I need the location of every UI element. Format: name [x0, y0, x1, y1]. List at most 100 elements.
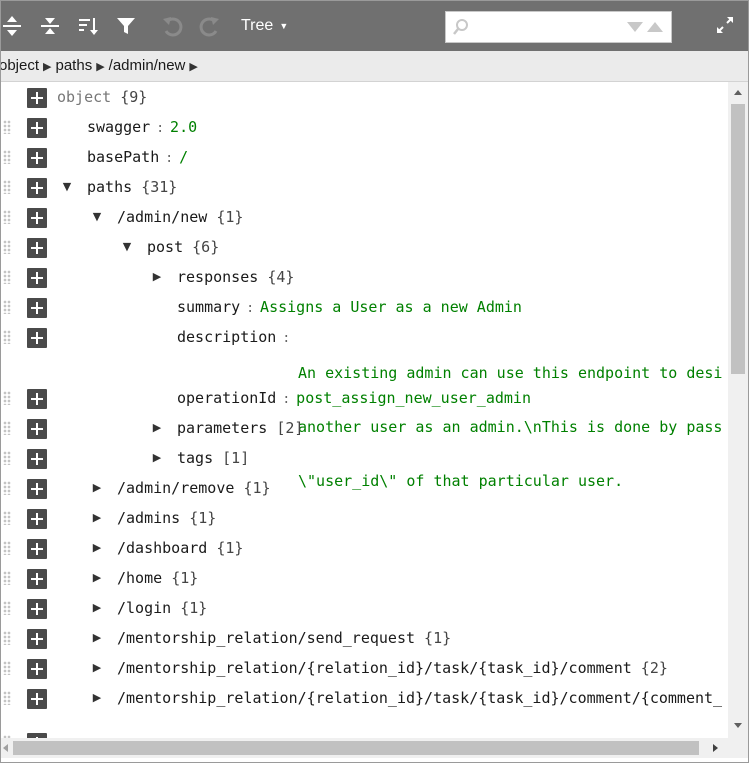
expand-arrow-icon[interactable]: ▶ [89, 480, 105, 496]
context-menu-icon[interactable] [27, 328, 47, 348]
expand-all-icon[interactable] [1, 11, 27, 41]
node-label[interactable]: /admins [117, 509, 180, 527]
expand-arrow-icon[interactable]: ▶ [89, 600, 105, 616]
context-menu-icon[interactable] [27, 238, 47, 258]
horizontal-scroll-thumb[interactable] [13, 741, 699, 755]
expand-arrow-icon[interactable]: ▶ [89, 540, 105, 556]
breadcrumb-item-admin-new[interactable]: /admin/new [109, 57, 186, 74]
breadcrumb-item-object[interactable]: object [1, 57, 39, 74]
node-label[interactable]: /dashboard [117, 539, 207, 557]
redo-icon[interactable] [195, 11, 225, 41]
node-label[interactable]: summary [177, 298, 240, 316]
node-value[interactable]: Assigns a User as a new Admin [260, 298, 522, 316]
drag-handle-icon[interactable] [3, 601, 11, 615]
node-value[interactable]: / [179, 148, 188, 166]
node-value[interactable]: 2.0 [170, 118, 197, 136]
collapse-all-icon[interactable] [35, 11, 65, 41]
node-label[interactable]: swagger [87, 118, 150, 136]
node-label[interactable]: post [147, 238, 183, 256]
drag-handle-icon[interactable] [3, 481, 11, 495]
search-previous-icon[interactable] [647, 22, 663, 32]
context-menu-icon[interactable] [27, 479, 47, 499]
context-menu-icon[interactable] [27, 389, 47, 409]
node-label[interactable]: parameters [177, 419, 267, 437]
expand-arrow-icon[interactable]: ▶ [89, 510, 105, 526]
context-menu-icon[interactable] [27, 419, 47, 439]
node-label[interactable]: tags [177, 449, 213, 467]
collapse-arrow-icon[interactable]: ▼ [89, 209, 105, 225]
drag-handle-icon[interactable] [3, 180, 11, 194]
node-label[interactable]: /admin/remove [117, 479, 234, 497]
vertical-scrollbar[interactable] [728, 82, 748, 738]
drag-handle-icon[interactable] [3, 270, 11, 284]
drag-handle-icon[interactable] [3, 120, 11, 134]
search-next-icon[interactable] [627, 22, 643, 32]
breadcrumb-item-paths[interactable]: paths [56, 57, 93, 74]
drag-handle-icon[interactable] [3, 661, 11, 675]
drag-handle-icon[interactable] [3, 631, 11, 645]
context-menu-icon[interactable] [27, 659, 47, 679]
expand-arrow-icon[interactable]: ▶ [89, 690, 105, 706]
collapse-arrow-icon[interactable]: ▼ [119, 239, 135, 255]
context-menu-icon[interactable] [27, 689, 47, 709]
context-menu-icon[interactable] [27, 569, 47, 589]
context-menu-icon[interactable] [27, 629, 47, 649]
expand-arrow-icon[interactable]: ▶ [89, 660, 105, 676]
node-value[interactable]: post_assign_new_user_admin [296, 389, 531, 407]
context-menu-icon[interactable] [27, 148, 47, 168]
drag-handle-icon[interactable] [3, 300, 11, 314]
horizontal-scrollbar[interactable] [1, 738, 728, 758]
node-label[interactable]: /mentorship_relation/{relation_id}/task/… [117, 659, 632, 677]
context-menu-icon[interactable] [27, 208, 47, 228]
drag-handle-icon[interactable] [3, 451, 11, 465]
mode-selector-button[interactable]: Tree ▼ [241, 13, 288, 39]
node-label[interactable]: basePath [87, 148, 159, 166]
fullscreen-icon[interactable] [713, 13, 737, 42]
node-label[interactable]: /admin/new [117, 208, 207, 226]
search-input[interactable] [476, 16, 620, 40]
node-label[interactable]: responses [177, 268, 258, 286]
sort-icon[interactable] [73, 11, 103, 41]
undo-icon[interactable] [157, 11, 187, 41]
breadcrumb-separator-icon[interactable]: ▶ [189, 61, 197, 73]
context-menu-icon[interactable] [27, 268, 47, 288]
scroll-right-icon[interactable] [713, 744, 718, 752]
node-label[interactable]: /mentorship_relation/send_request [117, 629, 415, 647]
context-menu-icon[interactable] [27, 88, 47, 108]
scroll-down-icon[interactable] [734, 723, 742, 728]
drag-handle-icon[interactable] [3, 571, 11, 585]
drag-handle-icon[interactable] [3, 691, 11, 705]
breadcrumb-separator-icon: ▶ [96, 61, 105, 73]
node-label[interactable]: /login [117, 599, 171, 617]
context-menu-icon[interactable] [27, 118, 47, 138]
expand-arrow-icon[interactable]: ▶ [89, 630, 105, 646]
drag-handle-icon[interactable] [3, 511, 11, 525]
drag-handle-icon[interactable] [3, 240, 11, 254]
vertical-scroll-thumb[interactable] [731, 104, 745, 374]
node-label[interactable]: paths [87, 178, 132, 196]
expand-arrow-icon[interactable]: ▶ [149, 269, 165, 285]
node-label[interactable]: operationId [177, 389, 276, 407]
node-label[interactable]: description [177, 328, 276, 346]
drag-handle-icon[interactable] [3, 391, 11, 405]
context-menu-icon[interactable] [27, 449, 47, 469]
drag-handle-icon[interactable] [3, 421, 11, 435]
node-label[interactable]: /mentorship_relation/{relation_id}/task/… [117, 689, 722, 707]
drag-handle-icon[interactable] [3, 541, 11, 555]
node-label[interactable]: /home [117, 569, 162, 587]
filter-icon[interactable] [111, 11, 141, 41]
context-menu-icon[interactable] [27, 539, 47, 559]
context-menu-icon[interactable] [27, 178, 47, 198]
scroll-up-icon[interactable] [734, 90, 742, 95]
expand-arrow-icon[interactable]: ▶ [149, 450, 165, 466]
drag-handle-icon[interactable] [3, 330, 11, 344]
collapse-arrow-icon[interactable]: ▼ [59, 179, 75, 195]
drag-handle-icon[interactable] [3, 150, 11, 164]
drag-handle-icon[interactable] [3, 210, 11, 224]
expand-arrow-icon[interactable]: ▶ [89, 570, 105, 586]
context-menu-icon[interactable] [27, 509, 47, 529]
context-menu-icon[interactable] [27, 599, 47, 619]
scroll-left-icon[interactable] [3, 744, 8, 752]
context-menu-icon[interactable] [27, 298, 47, 318]
expand-arrow-icon[interactable]: ▶ [149, 420, 165, 436]
